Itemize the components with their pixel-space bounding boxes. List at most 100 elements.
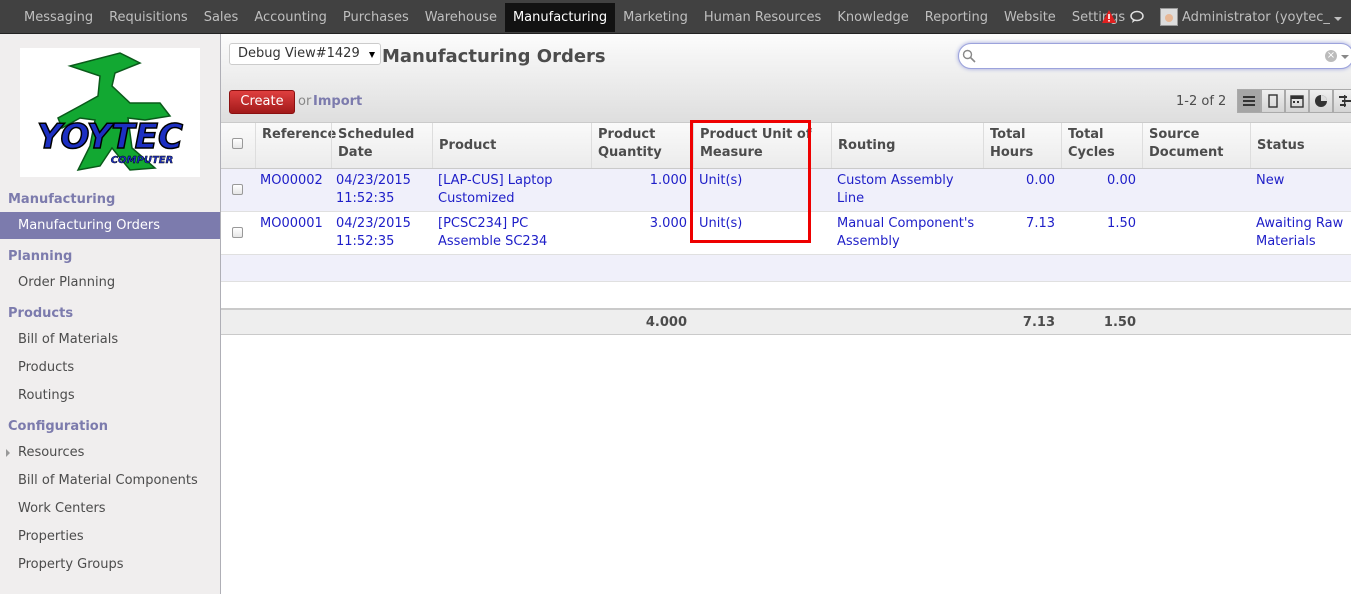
- import-link[interactable]: Import: [313, 94, 362, 109]
- col-total-hours[interactable]: Total Hours: [983, 123, 1061, 168]
- pager: 1-2 of 2: [1176, 94, 1227, 109]
- orders-table: Reference Scheduled Date Product Product…: [221, 120, 1351, 335]
- totals-row: 4.000 7.13 1.50: [221, 309, 1351, 335]
- dropdown-arrow-icon: [369, 52, 375, 58]
- menu-sales[interactable]: Sales: [196, 3, 247, 32]
- top-menu: Messaging Requisitions Sales Accounting …: [16, 0, 1133, 34]
- view-switcher: [1237, 89, 1351, 113]
- menu-manufacturing[interactable]: Manufacturing: [504, 3, 616, 32]
- cell-product[interactable]: [PCSC234] PC Assemble SC234: [432, 212, 591, 254]
- empty-row: [221, 255, 1351, 282]
- sidebar-item-bill-of-materials[interactable]: Bill of Materials: [0, 326, 220, 353]
- sidebar-item-label: Resources: [18, 445, 85, 460]
- expand-arrow-icon[interactable]: [6, 449, 10, 457]
- select-all-checkbox[interactable]: [232, 138, 243, 149]
- sidebar-item-properties[interactable]: Properties: [0, 523, 220, 550]
- cell-status[interactable]: Awaiting Raw Materials: [1250, 212, 1351, 254]
- col-status[interactable]: Status: [1250, 123, 1351, 168]
- cell-routing[interactable]: Manual Component's Assembly: [831, 212, 983, 254]
- menu-warehouse[interactable]: Warehouse: [417, 3, 505, 32]
- cell-reference[interactable]: MO00002: [254, 169, 331, 211]
- user-name[interactable]: Administrator (yoytec_d...: [1182, 10, 1330, 25]
- company-logo[interactable]: YOYTEC COMPUTER: [20, 48, 200, 177]
- menu-website[interactable]: Website: [996, 3, 1064, 32]
- menu-marketing[interactable]: Marketing: [615, 3, 696, 32]
- clear-search-icon[interactable]: ×: [1325, 50, 1337, 62]
- debug-view-label: Debug View#1429: [238, 46, 360, 61]
- row-select-cell: [221, 169, 255, 211]
- menu-knowledge[interactable]: Knowledge: [829, 3, 916, 32]
- sidebar-item-products[interactable]: Products: [0, 354, 220, 381]
- svg-text:YOYTEC: YOYTEC: [37, 117, 183, 157]
- page-title: Manufacturing Orders: [382, 46, 606, 67]
- sidebar-item-bom-components[interactable]: Bill of Material Components: [0, 467, 220, 494]
- sidebar-item-work-centers[interactable]: Work Centers: [0, 495, 220, 522]
- cell-product[interactable]: [LAP-CUS] Laptop Customized: [432, 169, 591, 211]
- search-box[interactable]: ×: [958, 43, 1351, 69]
- top-navbar: Messaging Requisitions Sales Accounting …: [0, 0, 1351, 34]
- cell-uom[interactable]: Unit(s): [693, 212, 823, 254]
- cell-routing[interactable]: Custom Assembly Line: [831, 169, 983, 211]
- search-input[interactable]: [979, 47, 1309, 65]
- row-checkbox[interactable]: [232, 227, 243, 238]
- col-scheduled-date[interactable]: Scheduled Date: [331, 123, 432, 168]
- cell-status[interactable]: New: [1250, 169, 1351, 211]
- col-product-quantity[interactable]: Product Quantity: [591, 123, 693, 168]
- menu-reporting[interactable]: Reporting: [917, 3, 996, 32]
- create-button[interactable]: Create: [229, 90, 295, 114]
- cell-source-document[interactable]: [1142, 212, 1250, 254]
- empty-row: [221, 282, 1351, 309]
- search-icon: [962, 49, 976, 63]
- sidebar-item-resources[interactable]: Resources: [0, 439, 220, 466]
- gantt-view-icon[interactable]: [1333, 89, 1351, 113]
- chevron-down-icon[interactable]: [1334, 16, 1342, 21]
- cell-uom[interactable]: Unit(s): [693, 169, 823, 211]
- col-product-uom[interactable]: Product Unit of Measure: [693, 123, 831, 168]
- total-hours: 7.13: [1022, 315, 1055, 330]
- menu-requisitions[interactable]: Requisitions: [101, 3, 196, 32]
- form-view-icon[interactable]: [1261, 89, 1285, 113]
- svg-text:COMPUTER: COMPUTER: [111, 155, 174, 166]
- cell-scheduled-date[interactable]: 04/23/2015 11:52:35: [330, 169, 430, 211]
- col-reference[interactable]: Reference: [255, 123, 336, 168]
- sidebar-item-manufacturing-orders[interactable]: Manufacturing Orders: [0, 212, 220, 239]
- menu-purchases[interactable]: Purchases: [335, 3, 417, 32]
- menu-messaging[interactable]: Messaging: [16, 3, 101, 32]
- cell-quantity[interactable]: 3.000: [591, 212, 693, 254]
- cell-total-hours[interactable]: 7.13: [983, 212, 1061, 254]
- col-total-cycles[interactable]: Total Cycles: [1061, 123, 1142, 168]
- table-row[interactable]: MO00002 04/23/2015 11:52:35 [LAP-CUS] La…: [221, 169, 1351, 212]
- sidebar-item-order-planning[interactable]: Order Planning: [0, 269, 220, 296]
- cell-scheduled-date[interactable]: 04/23/2015 11:52:35: [330, 212, 430, 254]
- row-select-cell: [221, 212, 255, 254]
- cell-source-document[interactable]: [1142, 169, 1250, 211]
- chat-icon[interactable]: [1130, 10, 1144, 24]
- alert-icon[interactable]: [1102, 10, 1116, 24]
- cell-total-hours[interactable]: 0.00: [983, 169, 1061, 211]
- col-routing[interactable]: Routing: [831, 123, 983, 168]
- section-configuration: Configuration: [8, 419, 108, 434]
- row-checkbox[interactable]: [232, 184, 243, 195]
- sidebar-item-property-groups[interactable]: Property Groups: [0, 551, 220, 578]
- cell-total-cycles[interactable]: 1.50: [1061, 212, 1142, 254]
- graph-view-icon[interactable]: [1309, 89, 1333, 113]
- table-header-row: Reference Scheduled Date Product Product…: [221, 123, 1351, 169]
- cell-quantity[interactable]: 1.000: [591, 169, 693, 211]
- select-all-cell: [221, 123, 255, 168]
- calendar-view-icon[interactable]: [1285, 89, 1309, 113]
- menu-accounting[interactable]: Accounting: [246, 3, 335, 32]
- total-quantity: 4.000: [645, 315, 687, 330]
- menu-human-resources[interactable]: Human Resources: [696, 3, 829, 32]
- or-label: or: [298, 94, 312, 109]
- cell-total-cycles[interactable]: 0.00: [1061, 169, 1142, 211]
- list-view-icon[interactable]: [1237, 89, 1261, 113]
- debug-view-select[interactable]: Debug View#1429: [229, 43, 381, 65]
- cell-reference[interactable]: MO00001: [254, 212, 331, 254]
- col-product[interactable]: Product: [432, 123, 591, 168]
- table-row[interactable]: MO00001 04/23/2015 11:52:35 [PCSC234] PC…: [221, 212, 1351, 255]
- avatar[interactable]: [1160, 8, 1178, 26]
- total-cycles: 1.50: [1103, 315, 1136, 330]
- col-source-document[interactable]: Source Document: [1142, 123, 1250, 168]
- sidebar-item-routings[interactable]: Routings: [0, 382, 220, 409]
- search-options-icon[interactable]: [1341, 55, 1349, 59]
